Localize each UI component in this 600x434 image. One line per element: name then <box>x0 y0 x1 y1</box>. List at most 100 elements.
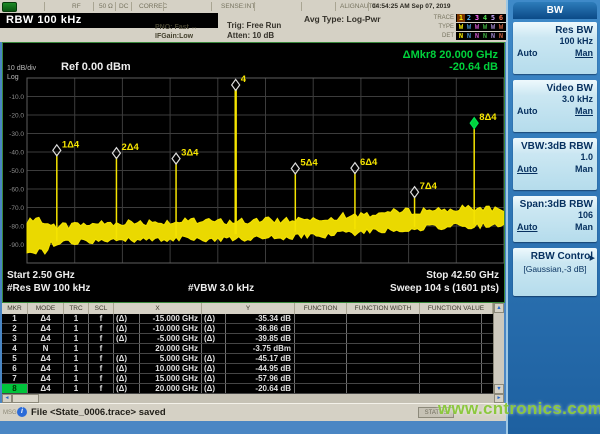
mode-cell: Δ4 <box>28 324 64 333</box>
y-cell: -45.17 dB <box>226 354 295 363</box>
function-width-cell <box>347 384 420 393</box>
y-axis-label: -10.0 <box>9 94 24 101</box>
msg-label: MSG <box>3 410 17 416</box>
det-row-char: N <box>498 31 504 40</box>
mode-cell: Δ4 <box>28 374 64 383</box>
trig-text: Trig: Free Run <box>227 21 282 30</box>
trace-row-char: 2 <box>466 13 472 22</box>
stop-freq: Stop 42.50 GHz <box>426 270 499 281</box>
pno-readout: PNO: Fast ↔ IFGain:Low <box>155 24 198 41</box>
y-cell: -44.95 dB <box>226 364 295 373</box>
trc-cell: 1 <box>64 354 89 363</box>
scroll-left-icon[interactable]: ◄ <box>2 394 12 403</box>
softkey-span-3db-rbw[interactable]: Span:3dB RBW 106 Auto Man <box>513 196 597 242</box>
y-delta-cell: (Δ) <box>202 314 226 323</box>
x-cell: 10.000 GHz <box>140 364 202 373</box>
det-row-char: N <box>466 31 472 40</box>
softkey-value: 106 <box>577 210 593 220</box>
softkey-subtitle: [Gaussian,-3 dB] <box>523 264 587 274</box>
x-cell: -10.000 GHz <box>140 324 202 333</box>
mkr-cell: 4 <box>2 344 28 353</box>
trace-row-label: TRACE <box>433 14 454 21</box>
function-cell <box>295 324 347 333</box>
x-delta-cell <box>114 344 140 353</box>
y-cell: -57.96 dB <box>226 374 295 383</box>
table-header-cell: MKR <box>2 303 28 314</box>
trace-row: TRACE 1 2 3 4 5 6 <box>427 13 506 22</box>
x-delta-cell: (Δ) <box>114 334 140 343</box>
table-header-cell: SCL <box>89 303 114 314</box>
x-delta-cell: (Δ) <box>114 364 140 373</box>
x-delta-cell: (Δ) <box>114 324 140 333</box>
x-cell: -5.000 GHz <box>140 334 202 343</box>
spectrum-plot: -10.0 -20.0 -30.0 -40.0 -50.0 -60.0 -70.0 -80.0… <box>9 74 504 264</box>
softkey-auto-option[interactable]: Auto <box>517 106 538 117</box>
y-axis-label: -70.0 <box>9 205 24 212</box>
trace-row-char: 5 <box>490 13 496 22</box>
y-axis-label: -90.0 <box>9 242 24 249</box>
scrollbar-thumb[interactable] <box>12 394 39 403</box>
status-separator <box>211 2 212 11</box>
softkey-title: Video BW <box>546 83 593 94</box>
softkey-auto-option[interactable]: Auto <box>517 164 538 175</box>
y-delta-cell <box>202 344 226 353</box>
pno-text: PNO: Fast <box>155 24 189 31</box>
softkey-man-option[interactable]: Man <box>575 222 593 233</box>
softkey-title: RBW Control <box>530 251 593 262</box>
softkey-man-option[interactable]: Man <box>575 106 593 117</box>
type-row-values: WWWWWW <box>456 22 506 31</box>
measurement-bar: RBW 100 kHz PNO: Fast ↔ IFGain:Low Trig:… <box>0 13 506 42</box>
table-row: 4 N 1 f 20.000 GHz -3.75 dBm <box>2 344 504 354</box>
vbw-annotation: #VBW 3.0 kHz <box>188 283 255 294</box>
trigger-readout: Trig: Free Run Atten: 10 dB <box>227 21 281 41</box>
function-value-cell <box>420 354 482 363</box>
marker-table: MKR MODE TRC SCL X Y FUNCTION FUNCTION WIDTH FUN… <box>2 303 504 399</box>
y-delta-cell: (Δ) <box>202 334 226 343</box>
function-value-cell <box>420 384 482 393</box>
mkr-cell: 1 <box>2 314 28 323</box>
trc-cell: 1 <box>64 314 89 323</box>
marker-table-vertical-scrollbar[interactable]: ▲ ▼ <box>493 303 504 394</box>
marker-label: 6Δ4 <box>360 157 378 168</box>
trc-cell: 1 <box>64 374 89 383</box>
y-cell: -3.75 dBm <box>226 344 295 353</box>
trc-cell: 1 <box>64 364 89 373</box>
softkey-res-bw[interactable]: Res BW 100 kHz Auto Man <box>513 22 597 74</box>
scl-cell: f <box>89 374 114 383</box>
res-bw-annotation: #Res BW 100 kHz <box>7 283 91 294</box>
scl-cell: f <box>89 384 114 393</box>
scroll-down-icon[interactable]: ▼ <box>494 384 504 394</box>
det-row-values: NNNNNN <box>456 31 506 40</box>
y-delta-cell: (Δ) <box>202 354 226 363</box>
function-width-cell <box>347 334 420 343</box>
softkey-value: 1.0 <box>580 152 593 162</box>
type-row-char: W <box>490 22 496 31</box>
softkey-man-option[interactable]: Man <box>575 48 593 59</box>
function-cell <box>295 374 347 383</box>
mkr-cell: 6 <box>2 364 28 373</box>
softkey-vbw-3db-rbw[interactable]: VBW:3dB RBW 1.0 Auto Man <box>513 138 597 190</box>
table-row: 3 Δ4 1 f (Δ) -5.000 GHz (Δ) -39.85 dB <box>2 334 504 344</box>
softkey-man-option[interactable]: Man <box>575 164 593 175</box>
mode-cell: Δ4 <box>28 364 64 373</box>
det-row-char: N <box>474 31 480 40</box>
mkr-cell: 7 <box>2 374 28 383</box>
scroll-up-icon[interactable]: ▲ <box>494 303 504 313</box>
x-cell: 20.000 GHz <box>140 384 202 393</box>
det-row: DET N N N N N N <box>427 31 506 40</box>
table-header-cell: X <box>114 303 202 314</box>
y-delta-cell: (Δ) <box>202 374 226 383</box>
softkey-auto-option[interactable]: Auto <box>517 48 538 59</box>
delta-marker-ampl: -20.64 dB <box>449 61 498 73</box>
mode-cell: Δ4 <box>28 354 64 363</box>
table-row: 8 Δ4 1 f (Δ) 20.000 GHz (Δ) -20.64 dB <box>2 384 504 394</box>
top-status-bar: RF 50 Ω DC CORREC SENSE:INT ALIGNAUTO 04:54:2… <box>0 0 506 14</box>
y-cell: -39.85 dB <box>226 334 295 343</box>
softkey-auto-man-row: Auto Man <box>517 164 593 175</box>
softkey-auto-option[interactable]: Auto <box>517 222 538 233</box>
marker-table-horizontal-scrollbar[interactable]: ◄ ► <box>2 394 504 403</box>
softkey-video-bw[interactable]: Video BW 3.0 kHz Auto Man <box>513 80 597 132</box>
softkey-auto-man-row: Auto Man <box>517 48 593 59</box>
table-row: 1 Δ4 1 f (Δ) -15.000 GHz (Δ) -35.34 dB <box>2 314 504 324</box>
softkey-rbw-control[interactable]: RBW Control ▶ [Gaussian,-3 dB] <box>513 248 597 296</box>
